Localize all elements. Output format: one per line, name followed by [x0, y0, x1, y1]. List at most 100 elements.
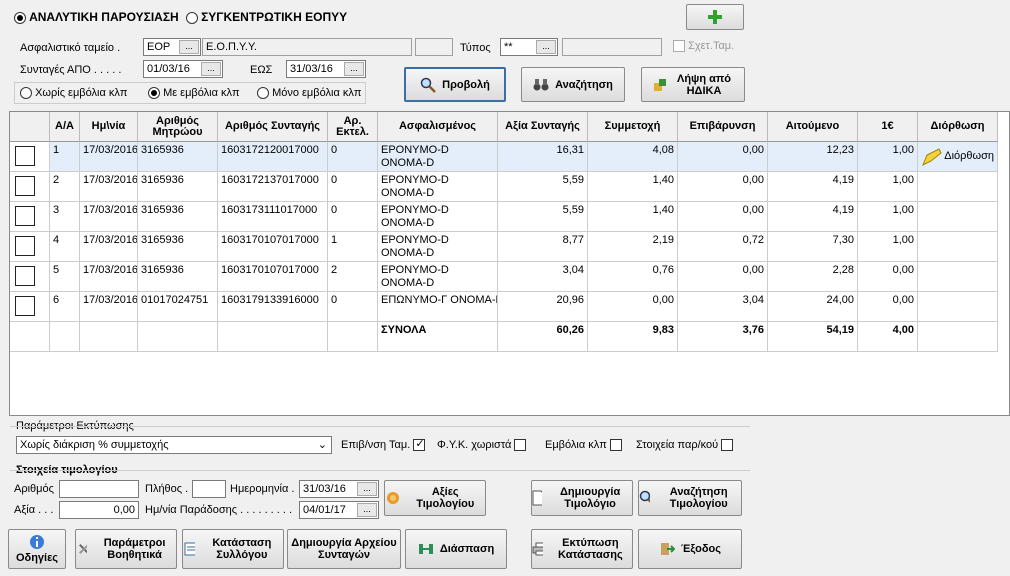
vacc-print-box[interactable]: [609, 439, 622, 452]
from-date-picker[interactable]: ...: [201, 62, 221, 76]
invoice-value-input[interactable]: 0,00: [59, 501, 139, 519]
row-selector[interactable]: [10, 262, 50, 292]
row-selector[interactable]: [10, 232, 50, 262]
pencil-icon: [922, 147, 942, 166]
table-cell: 1603172120017000: [218, 142, 328, 172]
column-header[interactable]: 1€: [858, 112, 918, 142]
vacc-print-checkbox[interactable]: Εμβόλια κλπ: [545, 439, 622, 452]
delivery-date-input[interactable]: 04/01/17...: [299, 501, 379, 519]
insured-name-line: ΕΡΟΝΥΜΟ-D: [381, 264, 449, 276]
exit-button[interactable]: Έξοδος: [638, 529, 742, 569]
mode-summary-radio[interactable]: ΣΥΓΚΕΝΤΡΩΤΙΚΗ ΕΟΠΥΥ: [186, 10, 347, 25]
vacc-with-radio[interactable]: Με εμβόλια κλπ: [148, 87, 240, 100]
create-file-button[interactable]: Δημιουργία Αρχείου Συνταγών: [287, 529, 401, 569]
fetch-label: Λήψη από ΗΔΙΚΑ: [676, 72, 732, 97]
row-select-box[interactable]: [15, 266, 35, 286]
totals-cell: 60,26: [498, 322, 588, 352]
verify-box[interactable]: [413, 437, 426, 452]
fetch-idika-button[interactable]: Λήψη από ΗΔΙΚΑ: [641, 67, 745, 102]
table-cell: 1: [328, 232, 378, 262]
table-cell: ΕΡΟΝΥΜΟ-D ONOMA-D: [378, 142, 498, 172]
fyk-box[interactable]: [514, 439, 527, 452]
invoice-values-button[interactable]: Αξίες Τιμολογίου: [384, 480, 486, 516]
params-button[interactable]: Παράμετροι Βοηθητικά: [75, 529, 177, 569]
table-cell[interactable]: [918, 172, 998, 202]
column-header[interactable]: Ημ\νία: [80, 112, 138, 142]
add-button[interactable]: [686, 4, 744, 30]
table-cell: 1,00: [858, 232, 918, 262]
summary-radio-dot[interactable]: [186, 12, 198, 25]
column-header[interactable]: Αξία Συνταγής: [498, 112, 588, 142]
row-selector[interactable]: [10, 292, 50, 322]
count-input[interactable]: [192, 480, 226, 498]
verify-checkbox[interactable]: Επιβ/νση Ταμ.: [341, 437, 426, 452]
type-lookup-button[interactable]: ...: [536, 40, 556, 54]
invoice-date-value: 31/03/16: [303, 483, 346, 495]
table-cell: 3165936: [138, 142, 218, 172]
table-cell: ΕΡΟΝΥΜΟ-D ONOMA-D: [378, 262, 498, 292]
delivery-date-picker[interactable]: ...: [357, 503, 377, 517]
pharm-checkbox[interactable]: Στοιχεία παρ/κού: [636, 439, 734, 452]
table-cell[interactable]: [918, 262, 998, 292]
mode-analytic-radio[interactable]: ΑΝΑΛΥΤΙΚΗ ΠΑΡΟΥΣΙΑΣΗ: [14, 10, 179, 25]
vacc-only-dot[interactable]: [257, 87, 269, 100]
fyk-checkbox[interactable]: Φ.Υ.Κ. χωριστά: [437, 439, 527, 452]
column-header[interactable]: Διόρθωση: [918, 112, 998, 142]
print-status-button[interactable]: Εκτύπωση Κατάστασης: [531, 529, 633, 569]
search-label: Αναζήτηση: [555, 78, 613, 91]
row-selector[interactable]: [10, 142, 50, 172]
help-button[interactable]: Οδηγίες: [8, 529, 66, 569]
table-cell[interactable]: [918, 292, 998, 322]
invoice-date-input[interactable]: 31/03/16...: [299, 480, 379, 498]
column-header[interactable]: Ασφαλισμένος: [378, 112, 498, 142]
vacc-none-dot[interactable]: [20, 87, 32, 100]
union-status-button[interactable]: Κατάσταση Συλλόγου: [182, 529, 284, 569]
to-date-input[interactable]: 31/03/16...: [286, 60, 366, 78]
row-select-box[interactable]: [15, 236, 35, 256]
column-header[interactable]: Αιτούμενο: [768, 112, 858, 142]
to-date-picker[interactable]: ...: [344, 62, 364, 76]
table-cell: 1603170107017000: [218, 262, 328, 292]
row-select-box[interactable]: [15, 176, 35, 196]
type-input[interactable]: **...: [500, 38, 558, 56]
row-select-box[interactable]: [15, 146, 35, 166]
search-invoice-button[interactable]: Αναζήτηση Τιμολογίου: [638, 480, 742, 516]
union-status-label: Κατάσταση Συλλόγου: [212, 537, 272, 561]
row-select-box[interactable]: [15, 296, 35, 316]
vacc-none-radio[interactable]: Χωρίς εμβόλια κλπ: [20, 87, 127, 100]
fund-lookup-button[interactable]: ...: [179, 40, 199, 54]
related-fund-checkbox[interactable]: Σχετ.Ταμ.: [673, 40, 734, 53]
column-header[interactable]: Αριθμός Μητρώου: [138, 112, 218, 142]
from-date-input[interactable]: 01/03/16...: [143, 60, 223, 78]
pharm-box[interactable]: [721, 439, 734, 452]
fix-button[interactable]: Διόρθωση: [918, 142, 998, 172]
totals-cell: [328, 322, 378, 352]
vacc-with-dot[interactable]: [148, 87, 160, 100]
row-select-box[interactable]: [15, 206, 35, 226]
table-cell: 0,00: [858, 262, 918, 292]
verify-label: Επιβ/νση Ταμ.: [341, 439, 411, 451]
column-header[interactable]: Αρ. Εκτελ.: [328, 112, 378, 142]
search-button[interactable]: Αναζήτηση: [521, 67, 625, 102]
vacc-only-radio[interactable]: Μόνο εμβόλια κλπ: [257, 87, 361, 100]
pharm-label: Στοιχεία παρ/κού: [636, 439, 719, 451]
from-date-value: 01/03/16: [147, 63, 190, 75]
table-cell[interactable]: [918, 202, 998, 232]
row-selector[interactable]: [10, 172, 50, 202]
column-header[interactable]: Αριθμός Συνταγής: [218, 112, 328, 142]
related-fund-box[interactable]: [673, 40, 685, 53]
table-cell: 3,04: [498, 262, 588, 292]
analytic-radio-dot[interactable]: [14, 12, 26, 25]
create-invoice-button[interactable]: Δημιουργία Τιμολόγιο: [531, 480, 633, 516]
invoice-number-input[interactable]: [59, 480, 139, 498]
column-header[interactable]: Α/Α: [50, 112, 80, 142]
row-selector[interactable]: [10, 202, 50, 232]
split-button[interactable]: Διάσπαση: [405, 529, 507, 569]
fund-code-input[interactable]: ΕΟΡ...: [143, 38, 201, 56]
column-header[interactable]: Επιβάρυνση: [678, 112, 768, 142]
invoice-date-picker[interactable]: ...: [357, 482, 377, 496]
print-mode-select[interactable]: Χωρίς διάκριση % συμμετοχής ⌄: [16, 436, 332, 454]
view-button[interactable]: Προβολή: [404, 67, 506, 102]
column-header[interactable]: Συμμετοχή: [588, 112, 678, 142]
table-cell[interactable]: [918, 232, 998, 262]
